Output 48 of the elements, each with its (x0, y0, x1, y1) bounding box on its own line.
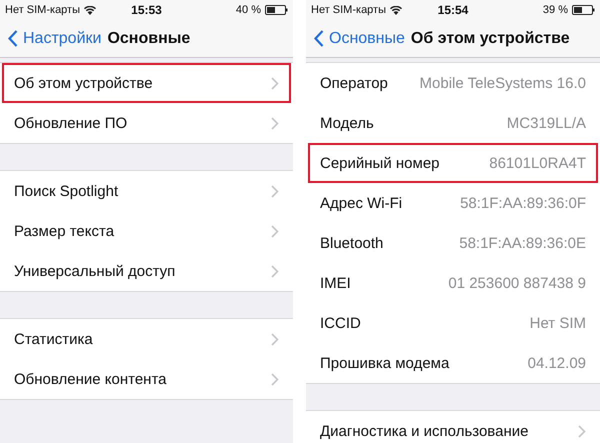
settings-row-text: Прошивка модема 04.12.09 (319, 354, 587, 374)
value-text: Нет SIM (530, 314, 586, 332)
chevron-icon (271, 224, 279, 238)
value-text: 04.12.09 (528, 354, 586, 372)
chevron-icon (271, 184, 279, 198)
settings-row: Оператор Mobile TeleSystems 16.0 (306, 63, 600, 103)
value-text: 58:1F:AA:89:36:0F (460, 194, 586, 212)
back-button[interactable]: Основные (314, 30, 405, 48)
settings-row: Bluetooth 58:1F:AA:89:36:0E (306, 223, 600, 263)
chevron-icon (271, 332, 279, 346)
carrier-label: Нет SIM-карты (311, 4, 386, 16)
back-chevron-icon (8, 30, 18, 47)
value-text: 86101L0RA4T (489, 154, 586, 172)
screen-title: Основные (107, 30, 190, 48)
screen-title: Об этом устройстве (410, 30, 570, 48)
battery-percent: 39 % (542, 4, 568, 16)
settings-row[interactable]: Обновление ПО (0, 103, 293, 143)
settings-row: Адрес Wi-Fi 58:1F:AA:89:36:0F (306, 183, 600, 223)
settings-row[interactable]: Диагностика и использование (306, 411, 600, 443)
back-button[interactable]: Настройки (8, 30, 102, 48)
battery-icon (264, 5, 288, 15)
chevron-icon (271, 116, 279, 130)
wifi-icon (390, 6, 402, 14)
value-text: Mobile TeleSystems 16.0 (420, 74, 586, 92)
status-time: 15:54 (438, 3, 468, 17)
settings-row[interactable]: Универсальный доступ (0, 251, 293, 291)
battery-percent: 40 % (236, 4, 261, 16)
status-time: 15:53 (131, 3, 162, 17)
settings-row[interactable]: Размер текста (0, 211, 293, 251)
carrier-label: Нет SIM-карты (5, 4, 80, 16)
chevron-icon (271, 264, 279, 278)
settings-row: Серийный номер 86101L0RA4T (308, 143, 598, 183)
settings-row: ICCID Нет SIM (306, 303, 600, 343)
settings-row[interactable]: Поиск Spotlight (0, 171, 293, 211)
back-chevron-icon (314, 30, 324, 47)
value-text: 58:1F:AA:89:36:0E (459, 234, 586, 252)
chevron-icon (271, 76, 279, 90)
settings-row: Модель MC319LL/A (306, 103, 600, 143)
settings-row[interactable]: Об этом устройстве (2, 63, 291, 103)
settings-row[interactable]: Обновление контента (0, 359, 293, 399)
chevron-icon (271, 372, 279, 386)
settings-row: IMEI 01 253600 887438 9 (306, 263, 600, 303)
value-text: MC319LL/A (506, 114, 586, 132)
wifi-icon (84, 6, 96, 14)
chevron-icon (578, 424, 586, 438)
battery-icon (572, 5, 595, 15)
settings-row[interactable]: Статистика (0, 319, 293, 359)
value-text: 01 253600 887438 9 (448, 274, 586, 292)
